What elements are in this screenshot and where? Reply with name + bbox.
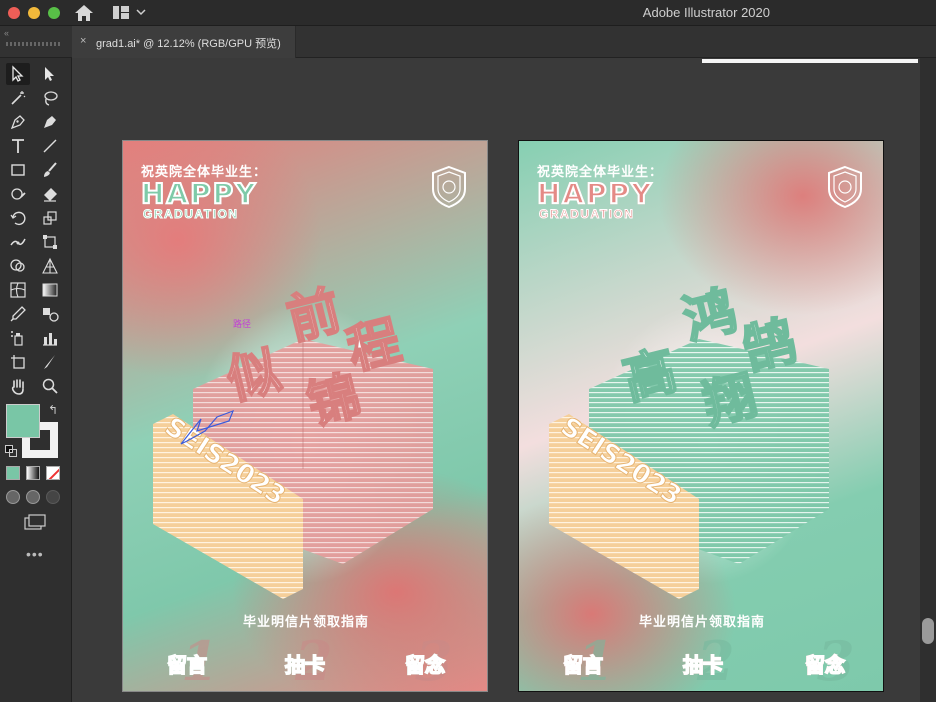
school-emblem-icon [828, 165, 862, 209]
option-label: 抽卡 [682, 649, 724, 678]
draw-normal-icon[interactable] [6, 490, 20, 504]
hand-tool-icon[interactable] [6, 375, 30, 397]
blend-tool-icon[interactable] [38, 303, 62, 325]
swap-fill-stroke-icon[interactable]: ↰ [48, 403, 58, 417]
scrollbar-thumb[interactable] [922, 618, 934, 644]
color-mode-icon[interactable] [6, 466, 20, 480]
title-char: 鸿 [678, 281, 743, 352]
collapse-panel-icon[interactable]: ‹‹ [4, 28, 9, 38]
none-mode-icon[interactable] [46, 466, 60, 480]
option-label: 留言 [562, 649, 604, 678]
graduation-heading: GRADUATION [142, 207, 239, 222]
vertical-scrollbar[interactable] [920, 58, 936, 702]
magic-wand-tool-icon[interactable] [6, 87, 30, 109]
paintbrush-tool-icon[interactable] [38, 159, 62, 181]
title-bar: Adobe Illustrator 2020 [0, 0, 936, 26]
column-graph-tool-icon[interactable] [38, 327, 62, 349]
title-char: 前 [282, 281, 347, 352]
eraser-tool-icon[interactable] [38, 183, 62, 205]
document-tab-label: grad1.ai* @ 12.12% (RGB/GPU 预览) [96, 38, 281, 50]
guide-text: 毕业明信片领取指南 [242, 615, 369, 630]
happy-heading: HAPPY [536, 176, 654, 211]
option-label: 留念 [404, 649, 446, 678]
path-hover-label: 路径 [233, 319, 252, 329]
document-tab[interactable]: × grad1.ai* @ 12.12% (RGB/GPU 预览) [72, 26, 296, 58]
zoom-tool-icon[interactable] [38, 375, 62, 397]
selection-tool-icon[interactable] [6, 63, 30, 85]
option-label: 留念 [804, 649, 846, 678]
artwork-3d-text-block: 前 程 似 锦 SEIS2023 [153, 280, 433, 599]
direct-selection-tool-icon[interactable] [38, 63, 62, 85]
pen-tool-icon[interactable] [6, 111, 30, 133]
graduation-heading: GRADUATION [538, 207, 635, 222]
scale-tool-icon[interactable] [38, 207, 62, 229]
panel-grip[interactable] [6, 42, 62, 46]
artwork-3d-text-block: 鸿 鹄 高 翔 SEIS2023 [549, 280, 829, 599]
draw-inside-icon[interactable] [46, 490, 60, 504]
app-title: Adobe Illustrator 2020 [642, 5, 770, 20]
screen-mode-icon[interactable] [24, 514, 46, 530]
gradient-mode-icon[interactable] [26, 466, 40, 480]
tools-panel: ↰ ••• [0, 58, 72, 702]
mesh-tool-icon[interactable] [6, 279, 30, 301]
perspective-grid-tool-icon[interactable] [38, 255, 62, 277]
symbol-sprayer-tool-icon[interactable] [6, 327, 30, 349]
eyedropper-tool-icon[interactable] [6, 303, 30, 325]
edit-toolbar-icon[interactable]: ••• [26, 546, 44, 562]
happy-heading: HAPPY [140, 176, 258, 211]
draw-behind-icon[interactable] [26, 490, 40, 504]
curvature-tool-icon[interactable] [38, 111, 62, 133]
gradient-tool-icon[interactable] [38, 279, 62, 301]
guide-text: 毕业明信片领取指南 [638, 615, 765, 630]
default-fill-stroke-icon[interactable] [5, 444, 17, 457]
option-label: 抽卡 [284, 649, 326, 678]
type-tool-icon[interactable] [6, 135, 30, 157]
rectangle-tool-icon[interactable] [6, 159, 30, 181]
width-tool-icon[interactable] [6, 231, 30, 253]
canvas-area[interactable]: 祝英院全体毕业生： HAPPY GRADUATION 前 程 似 锦 SEIS2… [72, 58, 920, 702]
rotate-tool-icon[interactable] [6, 207, 30, 229]
shape-builder-tool-icon[interactable] [6, 255, 30, 277]
artboard-2[interactable]: 祝英院全体毕业生： HAPPY GRADUATION 鸿 鹄 高 翔 SEIS2… [518, 140, 884, 692]
line-segment-tool-icon[interactable] [38, 135, 62, 157]
shaper-tool-icon[interactable] [6, 183, 30, 205]
lasso-tool-icon[interactable] [38, 87, 62, 109]
free-transform-tool-icon[interactable] [38, 231, 62, 253]
artboard-tool-icon[interactable] [6, 351, 30, 373]
document-tab-bar: ‹‹ × grad1.ai* @ 12.12% (RGB/GPU 预览) [0, 26, 936, 58]
school-emblem-icon [432, 165, 466, 209]
fill-swatch[interactable] [6, 404, 40, 438]
close-tab-icon[interactable]: × [80, 35, 86, 47]
slice-tool-icon[interactable] [38, 351, 62, 373]
selection-highlight-bar [702, 59, 918, 63]
artboard-1[interactable]: 祝英院全体毕业生： HAPPY GRADUATION 前 程 似 锦 SEIS2… [122, 140, 488, 692]
option-label: 留言 [166, 649, 208, 678]
